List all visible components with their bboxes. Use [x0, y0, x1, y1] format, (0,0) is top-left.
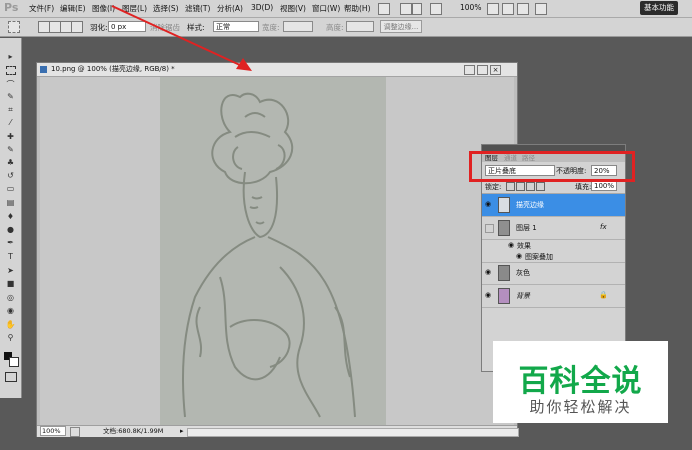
- watermark-title: 百科全说: [518, 364, 643, 399]
- watermark-subtitle: 助你轻松解决: [529, 398, 632, 416]
- watermark: 百科全说 助你轻松解决: [493, 341, 668, 423]
- arrow-line: [111, 5, 243, 67]
